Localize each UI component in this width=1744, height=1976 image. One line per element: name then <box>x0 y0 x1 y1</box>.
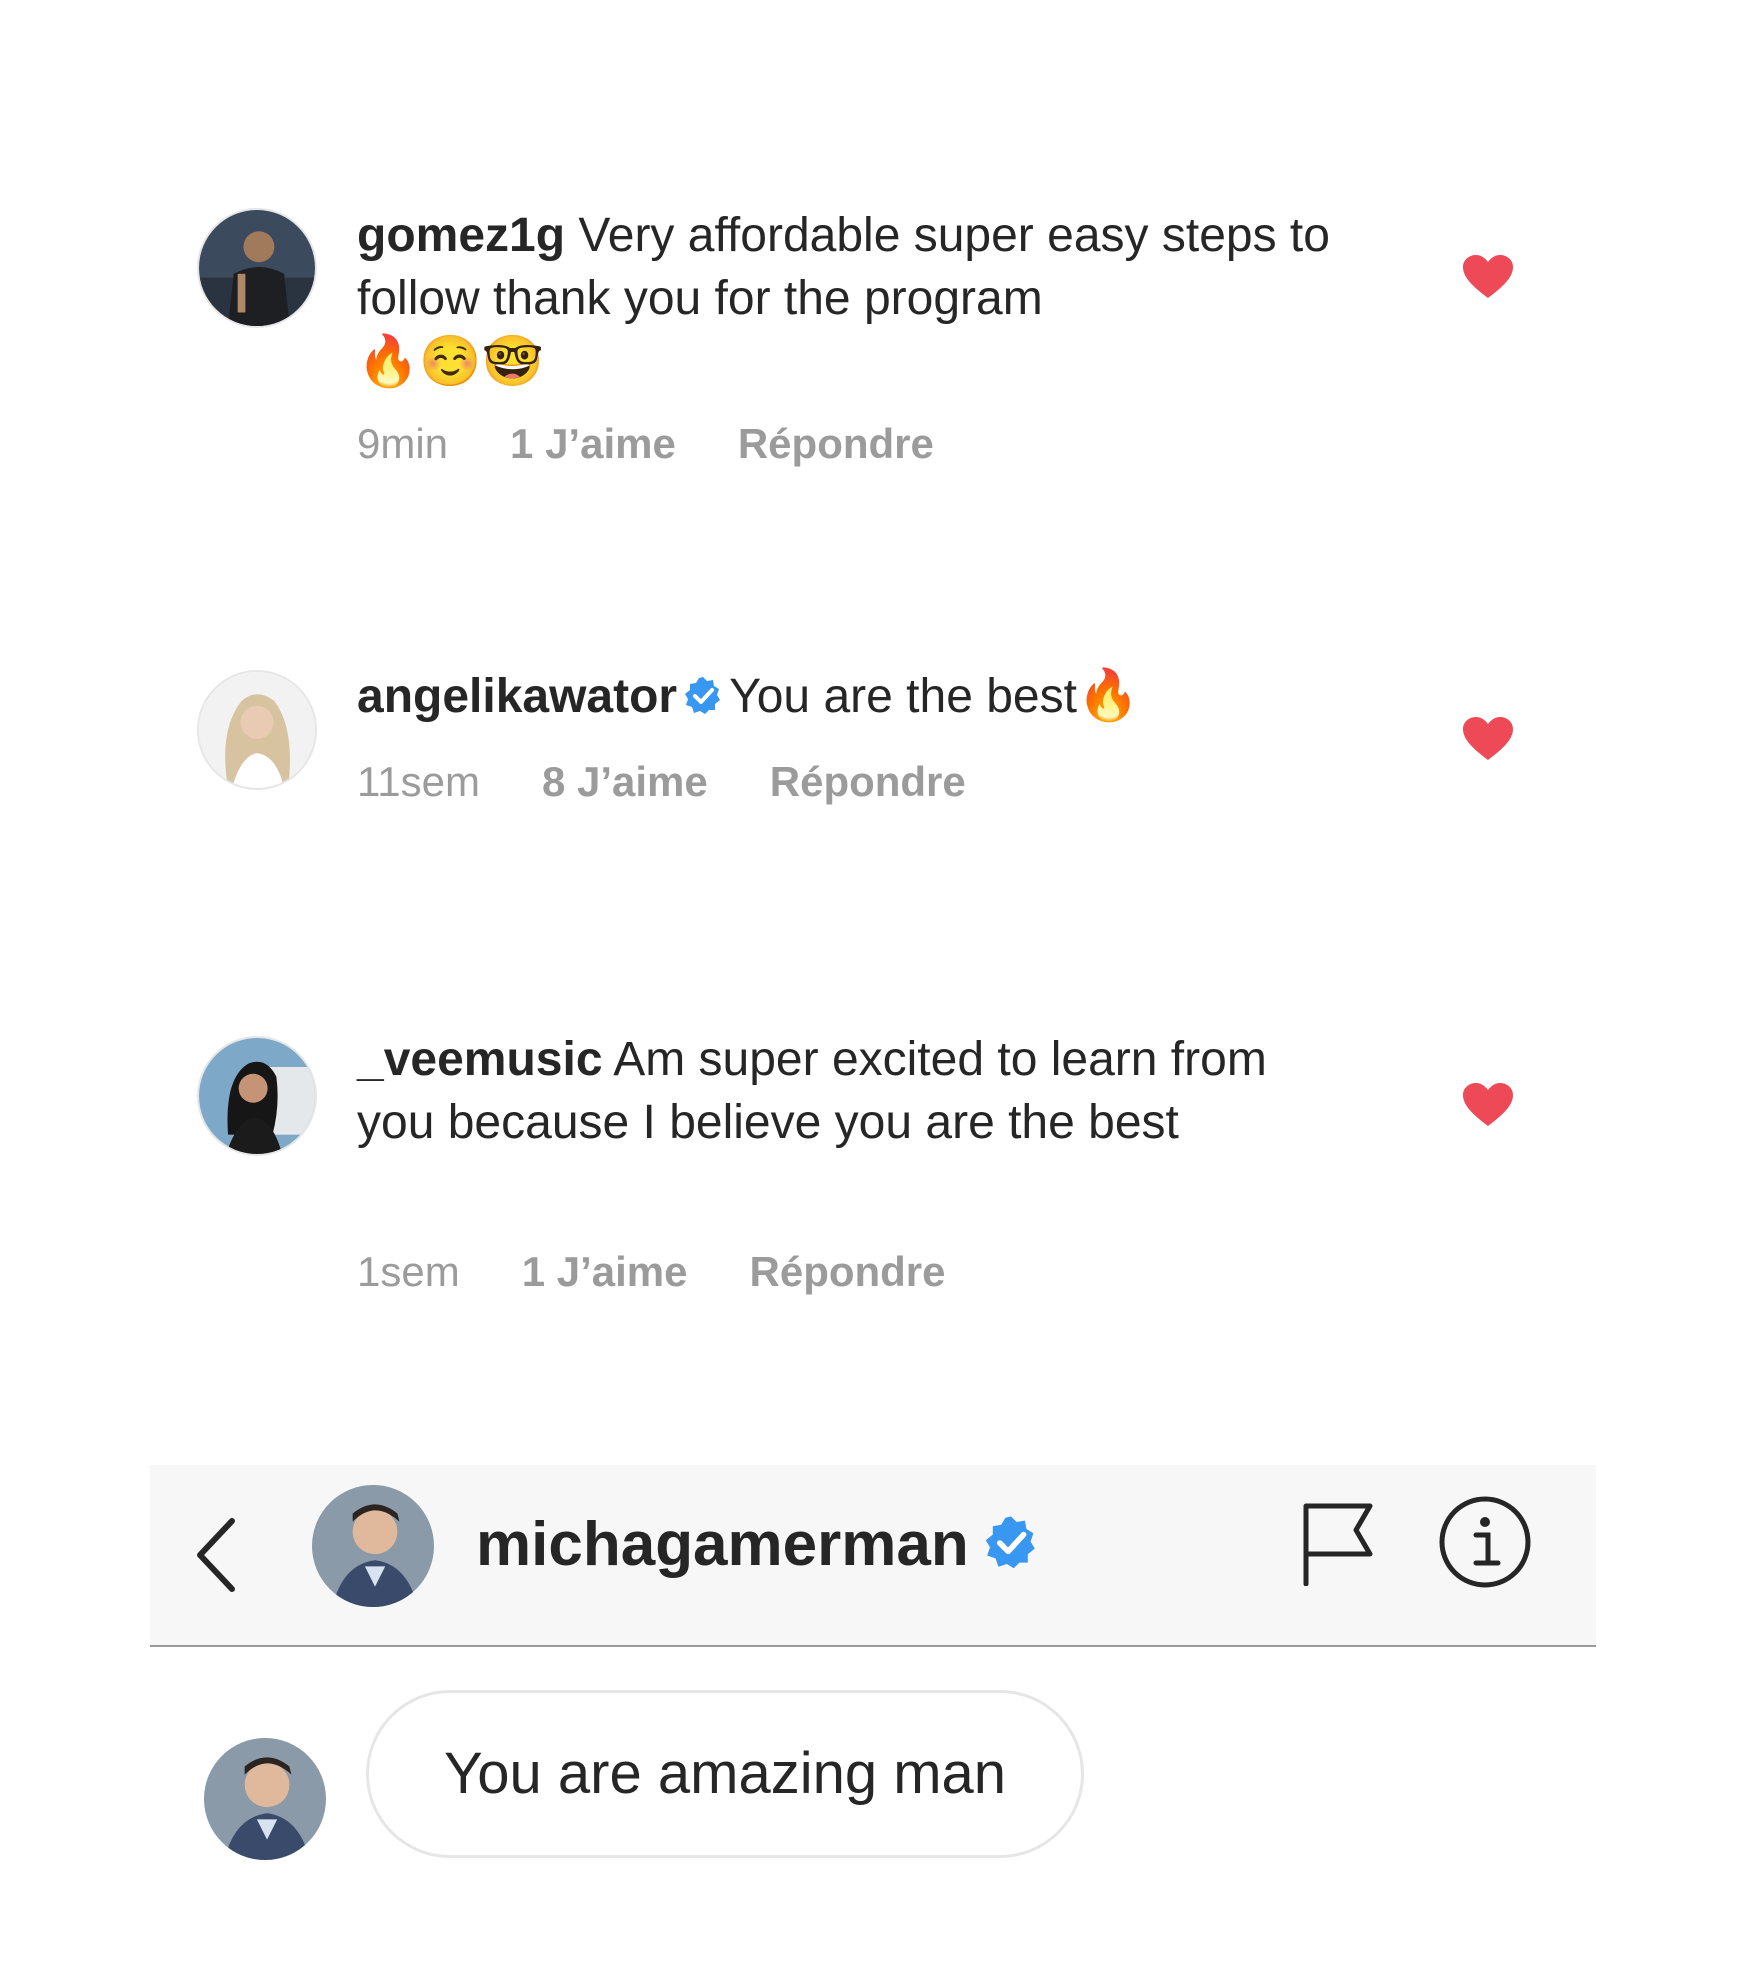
comment-meta: 1sem 1 J’aime Répondre <box>357 1248 1008 1296</box>
avatar[interactable] <box>312 1485 434 1607</box>
comment-time: 9min <box>357 420 449 467</box>
comment-time: 11sem <box>357 758 480 805</box>
comment-body: You are the best <box>729 670 1077 723</box>
comment-meta: 11sem 8 J’aime Répondre <box>357 758 1028 806</box>
comment-meta: 9min 1 J’aime Répondre <box>357 420 996 468</box>
comment-username[interactable]: angelikawator <box>357 670 677 723</box>
flag-icon[interactable] <box>1300 1500 1376 1586</box>
verified-badge-icon <box>985 1516 1035 1569</box>
comment-username[interactable]: _veemusic <box>357 1033 603 1086</box>
avatar[interactable] <box>197 1036 317 1156</box>
dm-username[interactable]: michagamerman <box>476 1505 1039 1585</box>
reply-button[interactable]: Répondre <box>738 420 934 468</box>
comment-time: 1sem <box>357 1248 460 1295</box>
avatar[interactable] <box>204 1738 326 1860</box>
comment-text: angelikawator You are the best🔥 <box>357 664 1397 728</box>
dm-username-text: michagamerman <box>476 1510 969 1579</box>
comment-text: _veemusic Am super excited to learn from… <box>357 1028 1357 1154</box>
avatar[interactable] <box>197 208 317 328</box>
comment-likes[interactable]: 8 J’aime <box>542 758 708 806</box>
reply-button[interactable]: Répondre <box>750 1248 946 1296</box>
dm-header: michagamerman <box>150 1465 1596 1647</box>
heart-icon[interactable] <box>1462 716 1514 762</box>
info-icon[interactable] <box>1438 1495 1532 1589</box>
verified-badge-icon <box>685 677 721 714</box>
comment-text: gomez1g Very affordable super easy steps… <box>357 204 1397 394</box>
reply-button[interactable]: Répondre <box>770 758 966 806</box>
heart-icon[interactable] <box>1462 254 1514 300</box>
comment-likes[interactable]: 1 J’aime <box>510 420 676 468</box>
comment-likes[interactable]: 1 J’aime <box>522 1248 688 1296</box>
message-bubble[interactable]: You are amazing man <box>366 1690 1084 1858</box>
heart-icon[interactable] <box>1462 1082 1514 1128</box>
comment-emojis: 🔥☺️🤓 <box>357 333 544 389</box>
back-chevron-icon[interactable] <box>192 1515 242 1595</box>
comment-username[interactable]: gomez1g <box>357 209 565 262</box>
comment-emojis: 🔥 <box>1076 667 1140 723</box>
avatar[interactable] <box>197 670 317 790</box>
